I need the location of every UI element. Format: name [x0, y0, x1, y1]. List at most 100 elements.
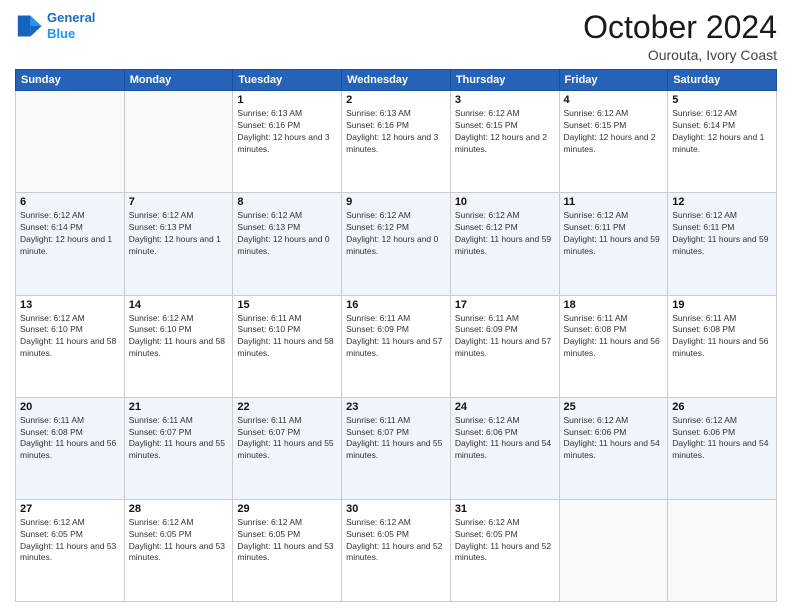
- day-number: 22: [237, 401, 337, 413]
- day-info: Sunrise: 6:12 AM Sunset: 6:05 PM Dayligh…: [346, 517, 446, 565]
- day-number: 11: [564, 196, 664, 208]
- logo-line2: Blue: [47, 26, 75, 41]
- calendar-cell: [668, 499, 777, 601]
- day-info: Sunrise: 6:12 AM Sunset: 6:13 PM Dayligh…: [237, 210, 337, 258]
- calendar-cell: 3 Sunrise: 6:12 AM Sunset: 6:15 PM Daylig…: [450, 91, 559, 193]
- calendar-cell: 19 Sunrise: 6:11 AM Sunset: 6:08 PM Dayli…: [668, 295, 777, 397]
- calendar-cell: 31 Sunrise: 6:12 AM Sunset: 6:05 PM Dayli…: [450, 499, 559, 601]
- calendar-cell: 12Sunrise: 6:12 AM Sunset: 6:11 PM Dayli…: [668, 193, 777, 295]
- calendar-week-2: 13Sunrise: 6:12 AM Sunset: 6:10 PM Dayli…: [16, 295, 777, 397]
- day-number: 14: [129, 299, 229, 311]
- logo-text: General Blue: [47, 10, 95, 41]
- day-info: Sunrise: 6:12 AM Sunset: 6:11 PM Dayligh…: [564, 210, 664, 258]
- calendar-table: SundayMondayTuesdayWednesdayThursdayFrid…: [15, 69, 777, 602]
- calendar-cell: 26 Sunrise: 6:12 AM Sunset: 6:06 PM Dayli…: [668, 397, 777, 499]
- calendar-cell: 8 Sunrise: 6:12 AM Sunset: 6:13 PM Daylig…: [233, 193, 342, 295]
- col-header-friday: Friday: [559, 70, 668, 91]
- calendar-cell: 1 Sunrise: 6:13 AM Sunset: 6:16 PM Daylig…: [233, 91, 342, 193]
- calendar-cell: [559, 499, 668, 601]
- day-info: Sunrise: 6:12 AM Sunset: 6:13 PM Dayligh…: [129, 210, 229, 258]
- day-info: Sunrise: 6:12 AM Sunset: 6:10 PM Dayligh…: [129, 313, 229, 361]
- page: General Blue October 2024 Ourouta, Ivory…: [0, 0, 792, 612]
- col-header-saturday: Saturday: [668, 70, 777, 91]
- day-number: 9: [346, 196, 446, 208]
- day-number: 16: [346, 299, 446, 311]
- day-number: 4: [564, 94, 664, 106]
- day-info: Sunrise: 6:12 AM Sunset: 6:15 PM Dayligh…: [455, 108, 555, 156]
- header: General Blue October 2024 Ourouta, Ivory…: [15, 10, 777, 63]
- day-number: 21: [129, 401, 229, 413]
- day-number: 10: [455, 196, 555, 208]
- calendar-cell: 10Sunrise: 6:12 AM Sunset: 6:12 PM Dayli…: [450, 193, 559, 295]
- day-info: Sunrise: 6:11 AM Sunset: 6:07 PM Dayligh…: [129, 415, 229, 463]
- calendar-cell: 23Sunrise: 6:11 AM Sunset: 6:07 PM Dayli…: [342, 397, 451, 499]
- day-number: 23: [346, 401, 446, 413]
- day-info: Sunrise: 6:11 AM Sunset: 6:09 PM Dayligh…: [455, 313, 555, 361]
- logo-icon: [15, 12, 43, 40]
- calendar-cell: 4Sunrise: 6:12 AM Sunset: 6:15 PM Daylig…: [559, 91, 668, 193]
- day-number: 27: [20, 503, 120, 515]
- day-number: 19: [672, 299, 772, 311]
- day-number: 30: [346, 503, 446, 515]
- calendar-cell: [16, 91, 125, 193]
- calendar-cell: 29Sunrise: 6:12 AM Sunset: 6:05 PM Dayli…: [233, 499, 342, 601]
- calendar-cell: 15Sunrise: 6:11 AM Sunset: 6:10 PM Dayli…: [233, 295, 342, 397]
- calendar-cell: 24Sunrise: 6:12 AM Sunset: 6:06 PM Dayli…: [450, 397, 559, 499]
- day-number: 26: [672, 401, 772, 413]
- calendar-cell: [124, 91, 233, 193]
- day-info: Sunrise: 6:12 AM Sunset: 6:06 PM Dayligh…: [455, 415, 555, 463]
- day-info: Sunrise: 6:11 AM Sunset: 6:09 PM Dayligh…: [346, 313, 446, 361]
- day-info: Sunrise: 6:12 AM Sunset: 6:14 PM Dayligh…: [20, 210, 120, 258]
- calendar-cell: 16 Sunrise: 6:11 AM Sunset: 6:09 PM Dayli…: [342, 295, 451, 397]
- calendar-cell: 21 Sunrise: 6:11 AM Sunset: 6:07 PM Dayli…: [124, 397, 233, 499]
- day-info: Sunrise: 6:12 AM Sunset: 6:05 PM Dayligh…: [237, 517, 337, 565]
- day-info: Sunrise: 6:11 AM Sunset: 6:07 PM Dayligh…: [237, 415, 337, 463]
- day-number: 8: [237, 196, 337, 208]
- day-number: 28: [129, 503, 229, 515]
- day-info: Sunrise: 6:12 AM Sunset: 6:12 PM Dayligh…: [346, 210, 446, 258]
- day-number: 12: [672, 196, 772, 208]
- day-number: 17: [455, 299, 555, 311]
- calendar-cell: 30 Sunrise: 6:12 AM Sunset: 6:05 PM Dayli…: [342, 499, 451, 601]
- calendar-cell: 28 Sunrise: 6:12 AM Sunset: 6:05 PM Dayli…: [124, 499, 233, 601]
- day-info: Sunrise: 6:11 AM Sunset: 6:08 PM Dayligh…: [564, 313, 664, 361]
- calendar-cell: 20 Sunrise: 6:11 AM Sunset: 6:08 PM Dayli…: [16, 397, 125, 499]
- calendar-week-3: 20 Sunrise: 6:11 AM Sunset: 6:08 PM Dayli…: [16, 397, 777, 499]
- location-title: Ourouta, Ivory Coast: [583, 47, 777, 63]
- day-info: Sunrise: 6:12 AM Sunset: 6:10 PM Dayligh…: [20, 313, 120, 361]
- day-number: 31: [455, 503, 555, 515]
- calendar-cell: 11 Sunrise: 6:12 AM Sunset: 6:11 PM Dayli…: [559, 193, 668, 295]
- day-info: Sunrise: 6:12 AM Sunset: 6:06 PM Dayligh…: [672, 415, 772, 463]
- calendar-cell: 13Sunrise: 6:12 AM Sunset: 6:10 PM Dayli…: [16, 295, 125, 397]
- day-number: 3: [455, 94, 555, 106]
- logo: General Blue: [15, 10, 95, 41]
- calendar-week-1: 6Sunrise: 6:12 AM Sunset: 6:14 PM Daylig…: [16, 193, 777, 295]
- day-number: 20: [20, 401, 120, 413]
- day-info: Sunrise: 6:11 AM Sunset: 6:08 PM Dayligh…: [672, 313, 772, 361]
- day-number: 1: [237, 94, 337, 106]
- day-info: Sunrise: 6:13 AM Sunset: 6:16 PM Dayligh…: [237, 108, 337, 156]
- calendar-cell: 14 Sunrise: 6:12 AM Sunset: 6:10 PM Dayli…: [124, 295, 233, 397]
- day-info: Sunrise: 6:12 AM Sunset: 6:05 PM Dayligh…: [455, 517, 555, 565]
- calendar-cell: 18 Sunrise: 6:11 AM Sunset: 6:08 PM Dayli…: [559, 295, 668, 397]
- day-number: 18: [564, 299, 664, 311]
- logo-line1: General: [47, 10, 95, 25]
- col-header-monday: Monday: [124, 70, 233, 91]
- calendar-cell: 27Sunrise: 6:12 AM Sunset: 6:05 PM Dayli…: [16, 499, 125, 601]
- day-info: Sunrise: 6:12 AM Sunset: 6:05 PM Dayligh…: [129, 517, 229, 565]
- day-info: Sunrise: 6:12 AM Sunset: 6:14 PM Dayligh…: [672, 108, 772, 156]
- month-title: October 2024: [583, 10, 777, 45]
- day-number: 15: [237, 299, 337, 311]
- day-number: 2: [346, 94, 446, 106]
- calendar-cell: 9 Sunrise: 6:12 AM Sunset: 6:12 PM Daylig…: [342, 193, 451, 295]
- day-info: Sunrise: 6:13 AM Sunset: 6:16 PM Dayligh…: [346, 108, 446, 156]
- col-header-sunday: Sunday: [16, 70, 125, 91]
- calendar-cell: 7Sunrise: 6:12 AM Sunset: 6:13 PM Daylig…: [124, 193, 233, 295]
- calendar-cell: 22 Sunrise: 6:11 AM Sunset: 6:07 PM Dayli…: [233, 397, 342, 499]
- day-info: Sunrise: 6:11 AM Sunset: 6:08 PM Dayligh…: [20, 415, 120, 463]
- calendar-cell: 2 Sunrise: 6:13 AM Sunset: 6:16 PM Daylig…: [342, 91, 451, 193]
- calendar-cell: 5Sunrise: 6:12 AM Sunset: 6:14 PM Daylig…: [668, 91, 777, 193]
- calendar-cell: 25Sunrise: 6:12 AM Sunset: 6:06 PM Dayli…: [559, 397, 668, 499]
- calendar-header-row: SundayMondayTuesdayWednesdayThursdayFrid…: [16, 70, 777, 91]
- calendar-cell: 17 Sunrise: 6:11 AM Sunset: 6:09 PM Dayli…: [450, 295, 559, 397]
